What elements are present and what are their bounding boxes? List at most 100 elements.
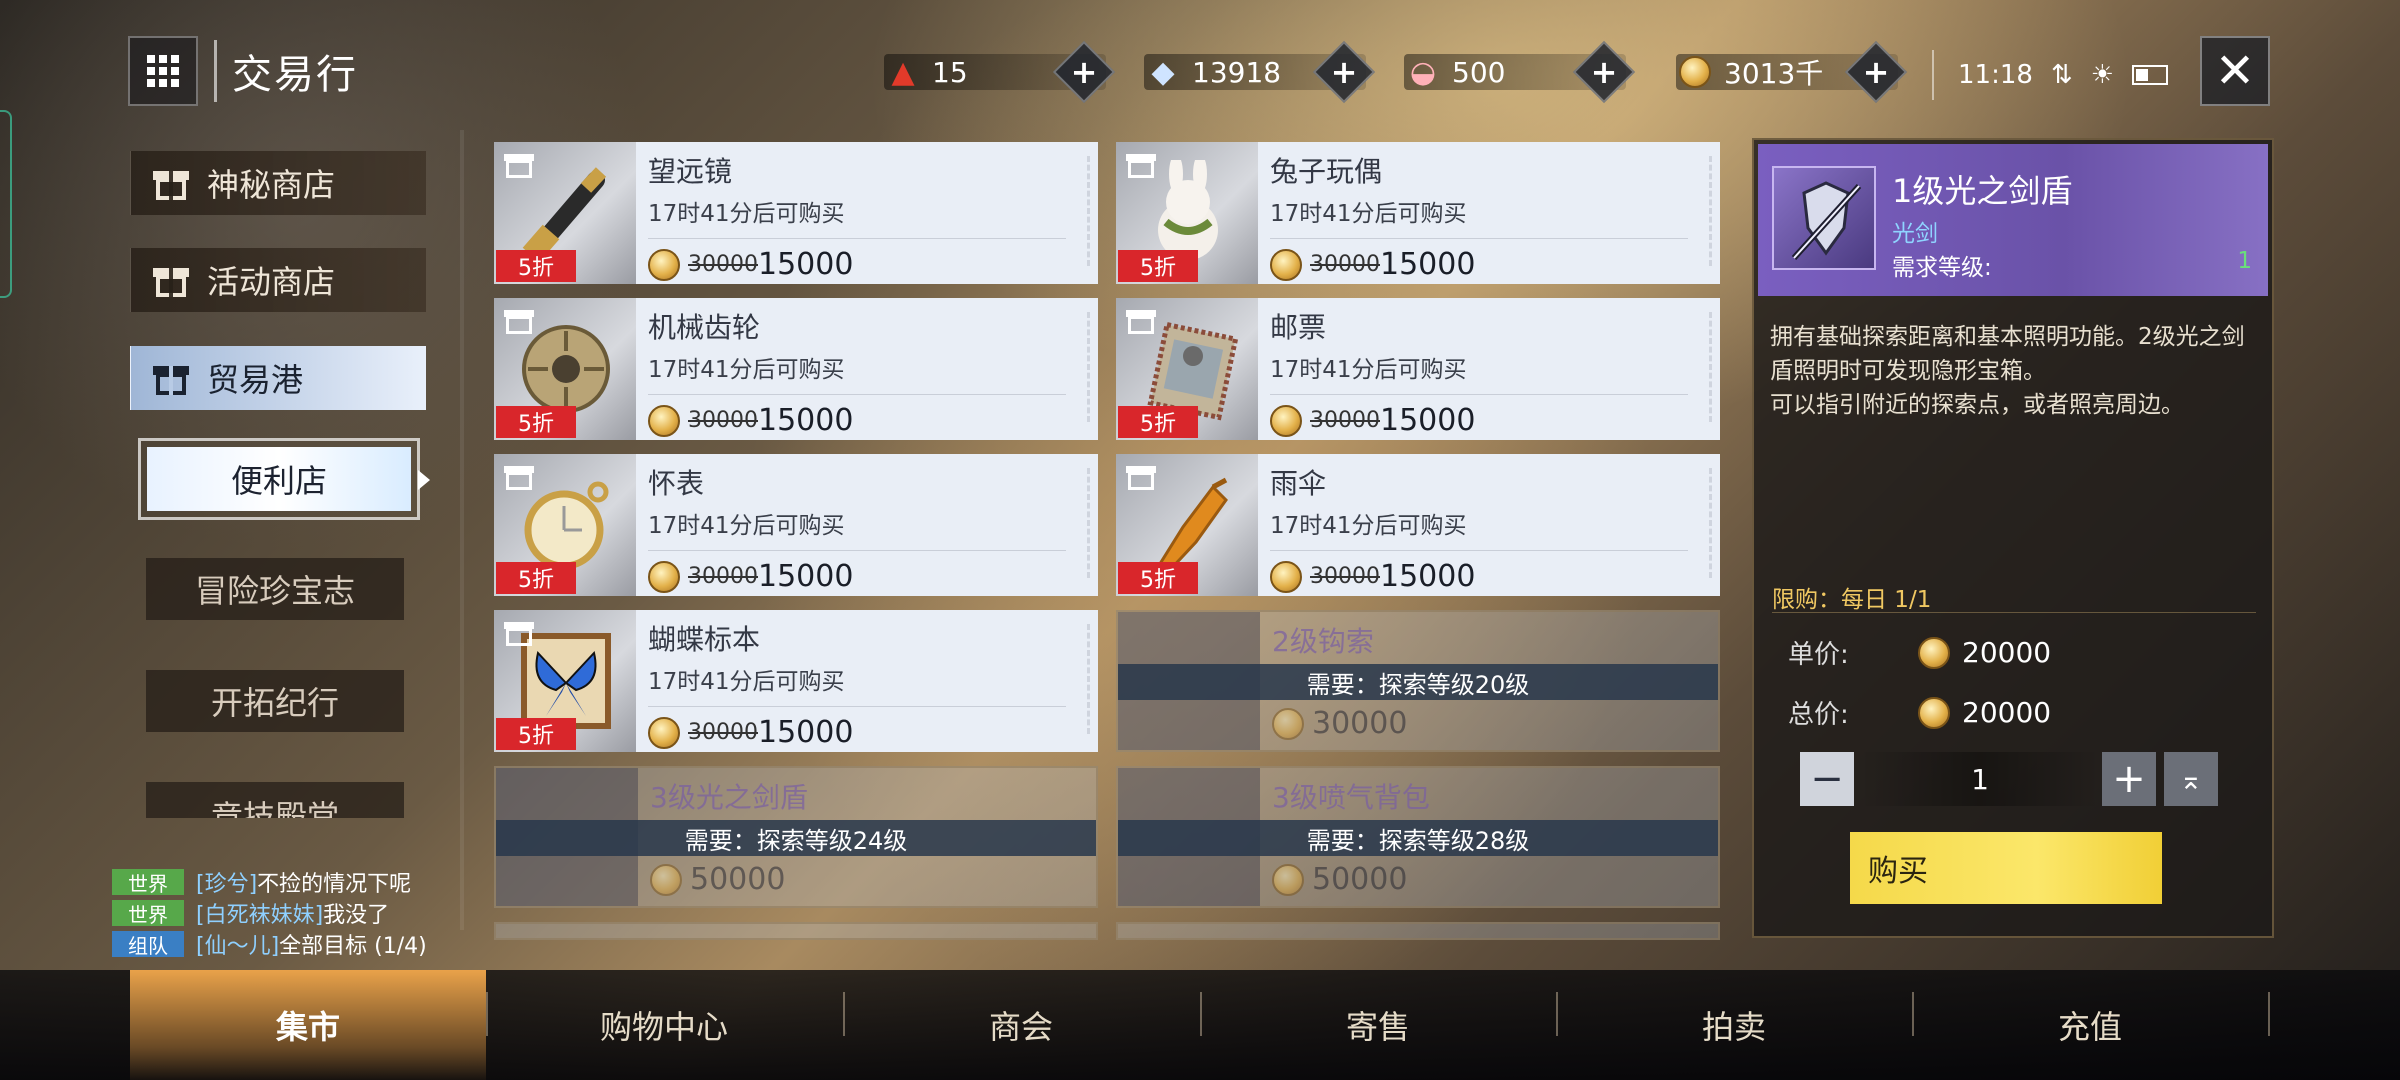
increase-quantity-button[interactable]: + [2102, 752, 2156, 806]
item-thumbnail: 5折 [1116, 454, 1258, 596]
chat-sender: [仙～儿] [196, 934, 280, 959]
locked-item-card[interactable] [494, 922, 1098, 940]
subnav-label: 便利店 [147, 447, 411, 511]
tab-consignment[interactable]: 寄售 [1200, 970, 1556, 1080]
chat-sender: [珍兮] [196, 872, 258, 897]
chat-line[interactable]: 世界 [白死袜妹妹]我没了 [112, 897, 389, 929]
item-card[interactable]: 5折 雨伞 17时41分后可购买 30000 15000 [1116, 454, 1720, 596]
discount-badge: 5折 [1118, 562, 1198, 594]
tab-shopping-center[interactable]: 购物中心 [486, 970, 842, 1080]
item-timer: 17时41分后可购买 [648, 357, 845, 383]
item-name: 3级喷气背包 [1272, 781, 1430, 814]
nav-label: 活动商店 [207, 263, 336, 301]
currency-gold: 3013千 + [1676, 40, 1908, 104]
chat-line[interactable]: 世界 [珍兮]不捡的情况下呢 [112, 866, 411, 898]
side-handle[interactable] [0, 110, 12, 298]
original-price: 30000 [688, 252, 758, 277]
item-name: 蝴蝶标本 [648, 623, 761, 656]
grid-icon [147, 55, 179, 87]
locked-item-card[interactable]: 3级喷气背包 50000 需要：探索等级28级 [1116, 766, 1720, 908]
item-info: 望远镜 17时41分后可购买 30000 15000 [636, 142, 1098, 284]
unit-price-label: 单价: [1788, 640, 1849, 670]
currency-red-crystal: ▲ 15 + [884, 40, 1116, 104]
item-name: 3级光之剑盾 [650, 781, 808, 814]
subnav-adventure-treasure[interactable]: 冒险珍宝志 [146, 558, 404, 620]
tab-recharge[interactable]: 充值 [1912, 970, 2268, 1080]
nav-event-shop[interactable]: 活动商店 [130, 248, 426, 312]
close-icon: ✕ [2214, 43, 2256, 99]
max-icon: ⌅ [2179, 762, 2203, 796]
add-shell-button[interactable]: + [1572, 40, 1636, 104]
status-bar: 11:18 ⇅ ☀ [1932, 50, 2169, 100]
add-gold-button[interactable]: + [1844, 40, 1908, 104]
gold-coin-icon [1918, 696, 1950, 729]
chat-channel-tag: 组队 [112, 931, 184, 958]
item-card[interactable]: 5折 邮票 17时41分后可购买 30000 15000 [1116, 298, 1720, 440]
item-card[interactable]: 5折 怀表 17时41分后可购买 30000 15000 [494, 454, 1098, 596]
red-crystal-icon: ▲ [891, 54, 915, 90]
item-timer: 17时41分后可购买 [648, 513, 845, 539]
gift-icon [153, 361, 189, 395]
item-card[interactable]: 5折 兔子玩偶 17时41分后可购买 30000 15000 [1116, 142, 1720, 284]
item-info: 兔子玩偶 17时41分后可购买 30000 15000 [1258, 142, 1720, 284]
battery-icon [2132, 65, 2169, 85]
diamond-amount: 13918 [1192, 55, 1282, 89]
red-crystal-amount: 15 [932, 55, 968, 89]
locked-item-card[interactable]: 2级钩索 30000 需要：探索等级20级 [1116, 610, 1720, 752]
tab-guild[interactable]: 商会 [843, 970, 1199, 1080]
item-timer: 17时41分后可购买 [1270, 201, 1467, 227]
gold-coin-icon [650, 863, 682, 896]
discount-badge: 5折 [1118, 406, 1198, 438]
subnav-label: 竞技殿堂 [210, 798, 339, 818]
gold-coin-icon [1918, 636, 1950, 669]
item-price: 30000 15000 [1270, 403, 1708, 438]
original-price: 30000 [1310, 252, 1380, 277]
subnav-pioneer-journey[interactable]: 开拓纪行 [146, 670, 404, 732]
shell-amount: 500 [1452, 55, 1506, 89]
buy-button[interactable]: 购买 [1850, 832, 2162, 904]
close-button[interactable]: ✕ [2200, 36, 2270, 106]
dashed-divider [1086, 312, 1090, 422]
dashed-divider [1086, 156, 1090, 266]
shell-icon: ◒ [1409, 54, 1437, 90]
add-red-crystal-button[interactable]: + [1052, 40, 1116, 104]
item-card[interactable]: 5折 蝴蝶标本 17时41分后可购买 30000 15000 [494, 610, 1098, 752]
level-requirement: 需要：探索等级20级 [1118, 664, 1718, 700]
original-price: 30000 [1310, 564, 1380, 589]
tab-auction[interactable]: 拍卖 [1556, 970, 1912, 1080]
quantity-value[interactable]: 1 [1860, 752, 2100, 806]
locked-item-card[interactable]: 3级光之剑盾 50000 需要：探索等级24级 [494, 766, 1098, 908]
tab-market[interactable]: 集市 [130, 970, 486, 1080]
sale-price: 15000 [1380, 559, 1476, 594]
menu-grid-button[interactable] [128, 36, 198, 106]
total-price-row: 总价: 20000 [1788, 694, 2051, 731]
divider [648, 550, 1066, 551]
light-sword-shield-icon [1791, 181, 1862, 261]
scroll-track[interactable] [460, 130, 464, 930]
add-diamond-button[interactable]: + [1312, 40, 1376, 104]
dashed-divider [1086, 624, 1090, 734]
chat-line[interactable]: 组队 [仙～儿]全部目标 (1/4) [112, 928, 427, 960]
gift-icon [504, 306, 534, 334]
gift-icon [1126, 150, 1156, 178]
item-thumbnail: 5折 [1116, 142, 1258, 284]
dashed-divider [1086, 468, 1090, 578]
nav-mystery-shop[interactable]: 神秘商店 [130, 151, 426, 215]
max-quantity-button[interactable]: ⌅ [2164, 752, 2218, 806]
price-value: 50000 [1312, 862, 1408, 897]
item-info: 怀表 17时41分后可购买 30000 15000 [636, 454, 1098, 596]
subnav-arena-hall[interactable]: 竞技殿堂 [146, 782, 404, 818]
subnav-convenience-store[interactable]: 便利店 [138, 438, 420, 520]
gold-coin-icon [1270, 404, 1302, 437]
item-card[interactable]: 5折 机械齿轮 17时41分后可购买 30000 15000 [494, 298, 1098, 440]
chat-channel-tag: 世界 [112, 869, 184, 896]
nav-trade-port[interactable]: 贸易港 [130, 346, 426, 410]
item-info: 雨伞 17时41分后可购买 30000 15000 [1258, 454, 1720, 596]
item-price: 30000 [1272, 706, 1706, 741]
divider [1270, 394, 1688, 395]
network-icon: ⇅ [2050, 60, 2073, 90]
item-card[interactable]: 5折 望远镜 17时41分后可购买 30000 15000 [494, 142, 1098, 284]
item-info: 蝴蝶标本 17时41分后可购买 30000 15000 [636, 610, 1098, 752]
locked-item-card[interactable] [1116, 922, 1720, 940]
decrease-quantity-button[interactable]: − [1800, 752, 1854, 806]
